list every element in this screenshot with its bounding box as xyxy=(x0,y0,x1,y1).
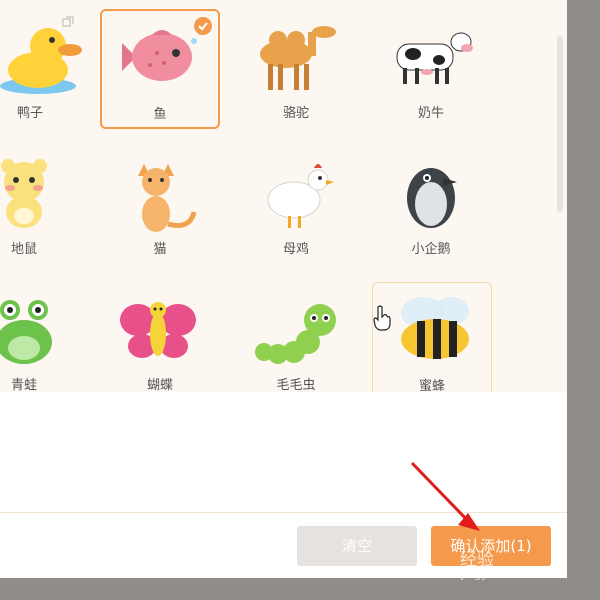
animal-label: 鸭子 xyxy=(16,106,43,121)
copy-icon[interactable] xyxy=(62,16,74,28)
bee-icon xyxy=(401,297,469,359)
duck-icon xyxy=(0,28,82,94)
watermark-brand: 经验 xyxy=(460,550,494,570)
clear-button[interactable]: 清空 xyxy=(297,526,417,566)
butterfly-icon xyxy=(120,302,196,358)
animal-label: 母鸡 xyxy=(282,242,309,257)
animal-card-cow[interactable]: 奶牛 xyxy=(371,10,491,130)
frog-icon xyxy=(0,300,52,364)
animal-label: 猫 xyxy=(153,242,167,257)
animal-card-cat[interactable]: 猫 xyxy=(100,146,220,266)
hamster-icon xyxy=(1,159,47,228)
animal-label: 鱼 xyxy=(153,107,167,122)
animal-label: 青蛙 xyxy=(10,378,37,392)
cat-icon xyxy=(138,164,197,232)
camel-icon xyxy=(260,26,336,90)
animal-label: 小企鹅 xyxy=(411,242,451,257)
animal-label: 地鼠 xyxy=(10,242,37,257)
animal-card-bee[interactable]: 蜜蜂 xyxy=(372,282,492,392)
animal-card-hamster[interactable]: 地鼠 xyxy=(0,146,84,266)
animal-label: 奶牛 xyxy=(417,106,444,121)
animal-label: 蜜蜂 xyxy=(418,379,445,392)
penguin-icon xyxy=(407,168,457,228)
animal-card-frog[interactable]: 青蛙 xyxy=(0,282,84,392)
red-arrow-annotation xyxy=(410,461,480,531)
animal-card-penguin[interactable]: 小企鹅 xyxy=(371,146,491,266)
animal-card-camel[interactable]: 骆驼 xyxy=(236,10,356,130)
animal-label: 毛毛虫 xyxy=(276,378,316,392)
animal-label: 蝴蝶 xyxy=(146,378,173,392)
hen-icon xyxy=(267,164,334,228)
animal-card-butterfly[interactable]: 蝴蝶 xyxy=(100,282,220,392)
selected-check-icon xyxy=(194,17,212,35)
cow-icon xyxy=(396,32,473,84)
hand-cursor-icon xyxy=(373,305,391,331)
animal-card-caterpillar[interactable]: 毛毛虫 xyxy=(236,282,356,392)
animal-card-duck[interactable]: 鸭子 xyxy=(0,10,90,130)
animal-grid: 鸭子 鱼 骆驼 奶牛 地鼠 猫 母鸡 小企鹅 青蛙 蝴蝶 毛毛虫 蜜蜂 xyxy=(0,0,567,392)
watermark-url: jingyan.baidu.com xyxy=(461,568,563,581)
animal-card-hen[interactable]: 母鸡 xyxy=(236,146,356,266)
animal-label: 骆驼 xyxy=(282,106,309,121)
caterpillar-icon xyxy=(255,304,336,364)
animal-card-fish[interactable]: 鱼 xyxy=(100,9,220,129)
grid-scrollbar[interactable] xyxy=(557,36,563,212)
